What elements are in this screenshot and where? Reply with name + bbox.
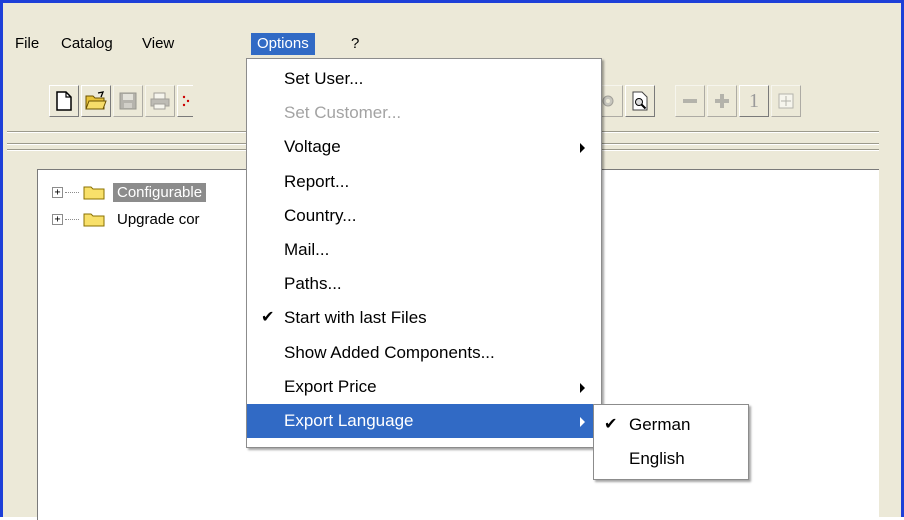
submenu-arrow-icon	[580, 143, 585, 154]
export-language-submenu: ✔ German English	[593, 404, 749, 480]
checkmark-icon: ✔	[261, 309, 275, 327]
menu-item-label: Show Added Components...	[284, 342, 495, 362]
submenu-arrow-icon	[580, 416, 585, 427]
submenu-arrow-icon	[580, 382, 585, 393]
menu-item-export-language[interactable]: Export Language	[247, 403, 601, 439]
tool-button[interactable]	[177, 85, 193, 117]
tree-connector	[65, 191, 79, 193]
menu-item-mail[interactable]: Mail...	[247, 233, 601, 267]
menu-view[interactable]: View	[136, 33, 180, 55]
print-button[interactable]	[145, 85, 175, 117]
menu-bar: File Catalog View Options ?	[7, 29, 879, 59]
menu-item-label: Mail...	[284, 239, 330, 259]
menu-item-label: English	[629, 449, 685, 468]
menu-item-german[interactable]: ✔ German	[594, 408, 748, 442]
menu-item-set-user[interactable]: Set User...	[247, 62, 601, 96]
expand-icon[interactable]: +	[52, 186, 63, 198]
print-preview-button[interactable]	[625, 85, 655, 117]
menu-item-export-price[interactable]: Export Price	[247, 370, 601, 404]
menu-catalog[interactable]: Catalog	[55, 33, 119, 55]
menu-item-voltage[interactable]: Voltage	[247, 130, 601, 164]
page-number: 1	[749, 89, 759, 112]
page-number-button[interactable]: 1	[739, 85, 769, 117]
tree-item-configurable[interactable]: + Configurable	[52, 179, 207, 205]
menu-item-paths[interactable]: Paths...	[247, 267, 601, 301]
menu-options[interactable]: Options	[251, 33, 315, 55]
menu-item-show-added-components[interactable]: Show Added Components...	[247, 336, 601, 370]
expand-icon[interactable]: +	[52, 213, 63, 225]
options-menu: Set User... Set Customer... Voltage Repo…	[246, 58, 602, 448]
menu-item-label: Set Customer...	[284, 103, 402, 123]
tree-connector	[65, 218, 79, 220]
menu-file[interactable]: File	[9, 33, 45, 55]
tree-item-label: Configurable	[113, 182, 207, 202]
printer-icon	[150, 92, 170, 110]
menu-item-english[interactable]: English	[594, 442, 748, 476]
menu-item-label: Export Language	[284, 410, 414, 430]
folder-icon	[83, 186, 105, 200]
zoom-out-button[interactable]	[675, 85, 705, 117]
save-button[interactable]	[113, 85, 143, 117]
tree-item-upgrade[interactable]: + Upgrade cor	[52, 206, 204, 232]
menu-item-label: Report...	[284, 171, 350, 191]
menu-item-label: Start with last Files	[284, 308, 427, 328]
menu-item-report[interactable]: Report...	[247, 165, 601, 199]
menu-item-label: Paths...	[284, 274, 342, 294]
menu-item-label: Export Price	[284, 376, 377, 396]
menu-item-set-customer: Set Customer...	[247, 96, 601, 130]
open-folder-icon	[85, 91, 107, 110]
plus-icon	[715, 94, 729, 108]
menu-item-label: Set User...	[284, 69, 364, 88]
menu-item-country[interactable]: Country...	[247, 199, 601, 233]
menu-help[interactable]: ?	[345, 33, 365, 55]
menu-item-label: Country...	[284, 205, 357, 225]
fit-page-button[interactable]	[771, 85, 801, 117]
minus-icon	[683, 99, 697, 103]
print-preview-icon	[632, 91, 648, 111]
checkmark-icon: ✔	[604, 416, 618, 433]
zoom-in-button[interactable]	[707, 85, 737, 117]
menu-item-label: German	[629, 415, 691, 434]
save-icon	[119, 92, 137, 110]
tree-item-label: Upgrade cor	[117, 210, 200, 228]
sparkle-icon	[182, 95, 189, 107]
new-file-icon	[56, 91, 72, 111]
fit-page-icon	[778, 93, 794, 109]
menu-item-label: Voltage	[284, 137, 341, 157]
new-file-button[interactable]	[49, 85, 79, 117]
menu-item-start-with-last-files[interactable]: ✔ Start with last Files	[247, 301, 601, 335]
open-file-button[interactable]	[81, 85, 111, 117]
folder-icon	[83, 213, 105, 227]
